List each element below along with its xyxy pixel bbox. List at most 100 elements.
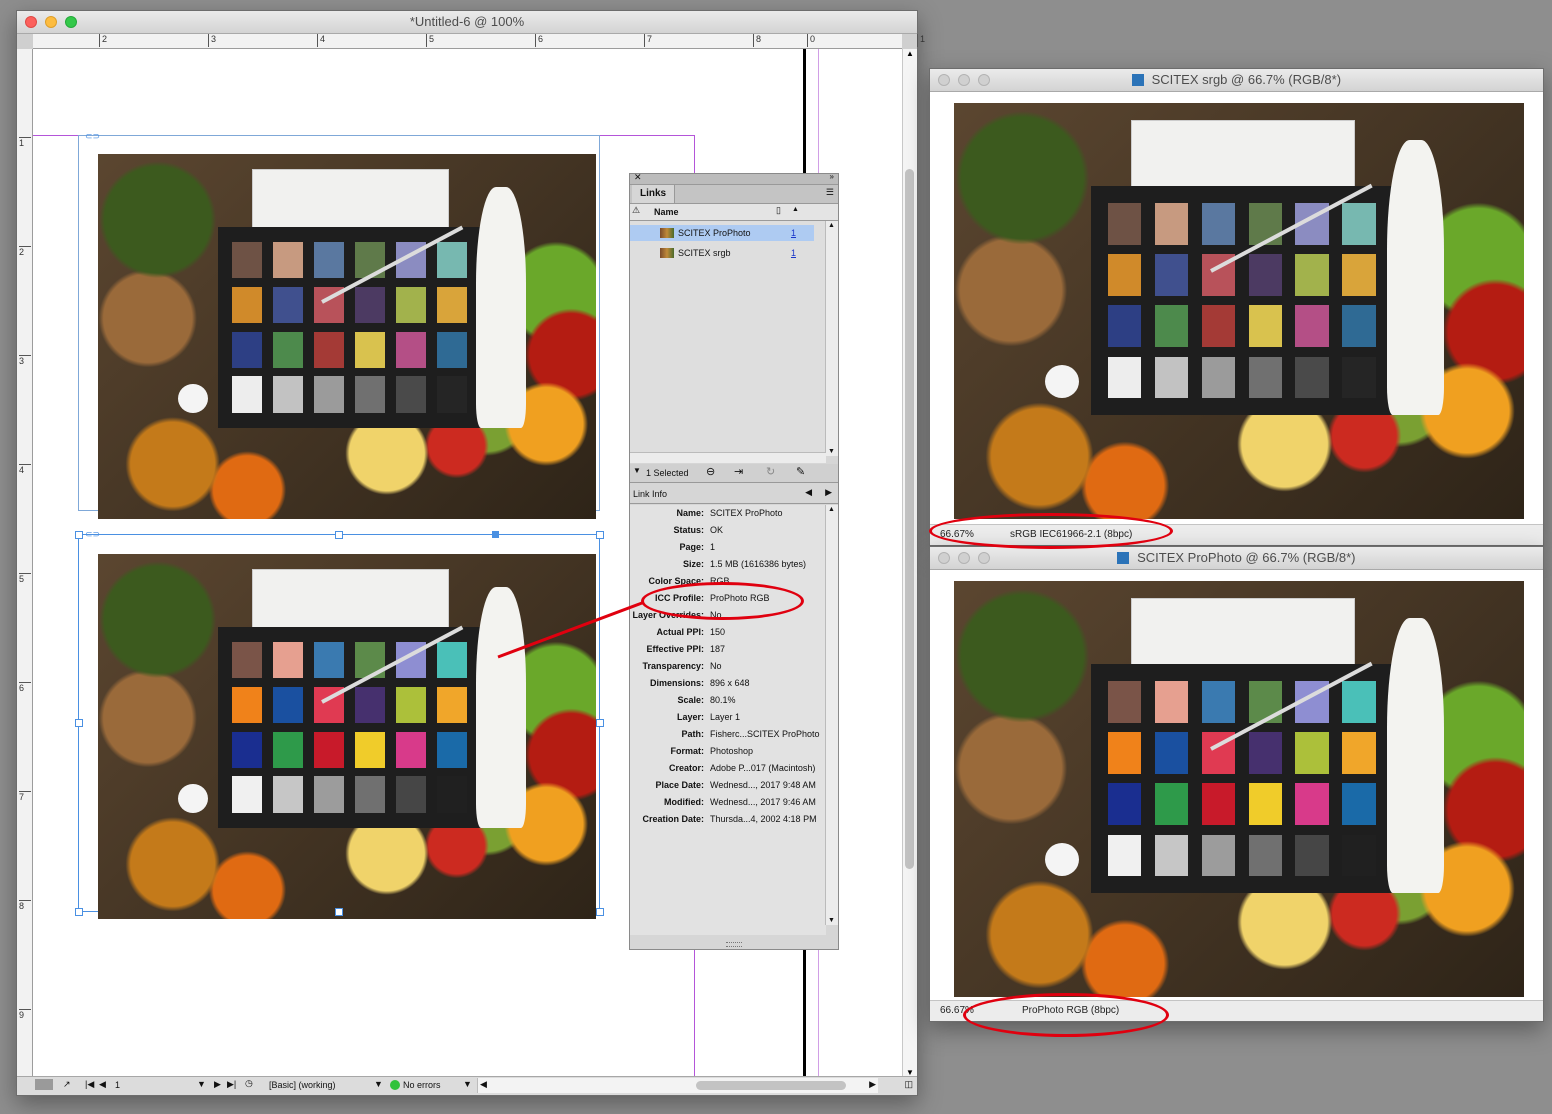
selection-handle[interactable]: [75, 531, 83, 539]
view-mode-icon[interactable]: [35, 1079, 53, 1090]
panel-resize-grip[interactable]: [726, 942, 742, 947]
preflight-clock-icon[interactable]: ◷: [245, 1078, 253, 1089]
last-page-icon[interactable]: ▶|: [227, 1079, 236, 1090]
color-swatch: [355, 731, 385, 768]
selection-handle[interactable]: [596, 531, 604, 539]
ps-image-prophoto[interactable]: [954, 581, 1524, 997]
color-swatch: [1342, 203, 1376, 245]
links-list-scrollbar[interactable]: ▲ ▼: [825, 221, 838, 456]
selection-handle[interactable]: [75, 908, 83, 916]
panel-collapse-icon[interactable]: »: [830, 172, 834, 181]
link-name: SCITEX ProPhoto: [678, 228, 751, 238]
zoom-button[interactable]: [65, 16, 77, 28]
ps-image-srgb[interactable]: [954, 103, 1524, 519]
split-view-icon[interactable]: ◫: [904, 1079, 913, 1090]
close-button[interactable]: [938, 74, 950, 86]
show-info-toggle-icon[interactable]: ▼: [633, 466, 641, 475]
page-dropdown-icon[interactable]: ▼: [197, 1079, 206, 1089]
link-page-number[interactable]: 1: [791, 248, 796, 258]
color-swatch: [1107, 305, 1142, 347]
links-panel: ✕ » Links ☰ ⚠ Name ▯ ▲ SCITEX ProPhoto 1 S…: [629, 172, 839, 950]
scroll-thumb[interactable]: [905, 169, 914, 869]
links-h-scrollbar[interactable]: [630, 452, 826, 463]
link-page-number[interactable]: 1: [791, 228, 796, 238]
errors-dropdown-icon[interactable]: ▼: [463, 1079, 472, 1089]
link-info-scrollbar[interactable]: ▲ ▼: [825, 505, 838, 925]
page-number-field[interactable]: 1: [115, 1080, 205, 1090]
ruler-tick-label: 7: [19, 791, 31, 802]
panel-close-icon[interactable]: ✕: [634, 172, 642, 183]
next-link-icon[interactable]: ▶: [825, 487, 832, 498]
ruler-tick-label: 2: [99, 34, 107, 47]
color-swatch: [1154, 254, 1189, 296]
next-page-icon[interactable]: ▶: [214, 1079, 221, 1090]
content-grabber-handle[interactable]: [492, 531, 499, 538]
scroll-up-arrow-icon[interactable]: ▲: [906, 49, 914, 58]
open-in-icon[interactable]: ↗: [63, 1079, 71, 1090]
scroll-up-arrow-icon[interactable]: ▲: [828, 222, 835, 229]
preflight-status[interactable]: No errors: [403, 1080, 441, 1090]
close-button[interactable]: [938, 552, 950, 564]
minimize-button[interactable]: [958, 74, 970, 86]
preflight-profile[interactable]: [Basic] (working): [269, 1080, 336, 1090]
link-row[interactable]: SCITEX srgb 1: [630, 245, 814, 261]
color-swatch: [273, 776, 303, 813]
info-key: Effective PPI:: [646, 644, 704, 654]
white-statue: [476, 186, 527, 428]
edit-original-icon[interactable]: ✎: [796, 465, 805, 478]
color-swatch: [273, 641, 303, 679]
scroll-right-arrow-icon[interactable]: ▶: [869, 1079, 876, 1090]
prev-page-icon[interactable]: ◀: [99, 1079, 106, 1090]
horizontal-ruler[interactable]: 2 3 4 5 6 7 8 0 1: [33, 34, 925, 49]
selection-handle[interactable]: [75, 719, 83, 727]
selection-handle[interactable]: [335, 908, 343, 916]
golf-ball: [177, 783, 208, 814]
update-link-icon[interactable]: ↻: [766, 465, 775, 478]
page-column-icon[interactable]: ▯: [776, 205, 781, 216]
zoom-level-field[interactable]: 66.67%: [940, 1005, 974, 1016]
scroll-down-arrow-icon[interactable]: ▼: [828, 917, 835, 924]
scroll-left-arrow-icon[interactable]: ◀: [480, 1079, 487, 1090]
selection-handle[interactable]: [596, 719, 604, 727]
color-swatch: [1154, 783, 1189, 825]
color-swatch: [1342, 834, 1376, 876]
selection-handle[interactable]: [335, 531, 343, 539]
ps-file-icon: [1131, 74, 1144, 86]
selection-handle[interactable]: [596, 908, 604, 916]
zoom-button[interactable]: [978, 74, 990, 86]
document-profile[interactable]: ProPhoto RGB (8bpc): [1022, 1005, 1119, 1016]
document-title: *Untitled-6 @ 100%: [409, 14, 525, 29]
link-thumbnail-icon: [660, 228, 674, 238]
horizontal-scrollbar[interactable]: ◀ ▶: [477, 1078, 878, 1093]
ruler-tick-label: 0: [807, 34, 815, 47]
h-scroll-thumb[interactable]: [696, 1081, 846, 1090]
profile-dropdown-icon[interactable]: ▼: [374, 1079, 383, 1089]
scroll-up-arrow-icon[interactable]: ▲: [828, 506, 835, 513]
zoom-level-field[interactable]: 66.67%: [940, 529, 974, 540]
ps-document-title: SCITEX ProPhoto @ 66.7% (RGB/8*): [1137, 550, 1356, 565]
go-to-link-icon[interactable]: ⇥: [734, 465, 743, 478]
scroll-down-arrow-icon[interactable]: ▼: [828, 448, 835, 455]
color-swatch: [1295, 783, 1329, 825]
close-button[interactable]: [25, 16, 37, 28]
color-swatch: [232, 776, 262, 813]
panel-menu-icon[interactable]: ☰: [826, 187, 834, 198]
color-swatch: [1107, 681, 1142, 723]
name-column-header[interactable]: Name: [654, 207, 679, 217]
document-profile[interactable]: sRGB IEC61966-2.1 (8bpc): [1010, 529, 1132, 540]
minimize-button[interactable]: [45, 16, 57, 28]
vertical-ruler[interactable]: 1 2 3 4 5 6 7 8 9: [17, 49, 33, 1077]
warning-column-icon[interactable]: ⚠: [632, 205, 640, 216]
first-page-icon[interactable]: |◀: [85, 1079, 94, 1090]
prev-link-icon[interactable]: ◀: [805, 487, 812, 498]
link-thumbnail-icon: [660, 248, 674, 258]
vertical-scrollbar[interactable]: ▲ ▼: [902, 49, 917, 1077]
placed-image-srgb[interactable]: [98, 154, 596, 519]
relink-icon[interactable]: ⊖: [706, 465, 715, 478]
ps-titlebar-srgb: SCITEX srgb @ 66.7% (RGB/8*): [930, 69, 1543, 92]
link-row[interactable]: SCITEX ProPhoto 1: [630, 225, 814, 241]
minimize-button[interactable]: [958, 552, 970, 564]
zoom-button[interactable]: [978, 552, 990, 564]
sort-icon[interactable]: ▲: [792, 206, 799, 213]
links-tab[interactable]: Links: [632, 185, 676, 203]
